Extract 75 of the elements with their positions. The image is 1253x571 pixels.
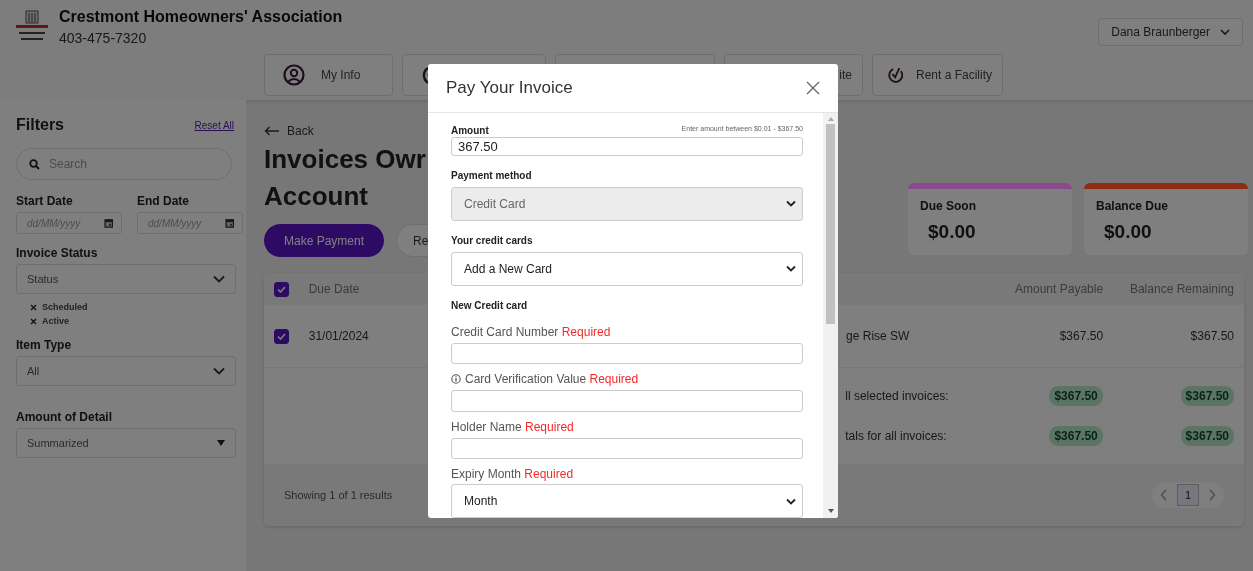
filters-title: Filters — [16, 116, 64, 134]
card-amount: $0.00 — [927, 220, 977, 243]
chevron-down-icon — [786, 265, 796, 273]
totals-label: tals for all invoices: — [845, 429, 948, 443]
item-type-label: Item Type — [16, 338, 72, 352]
card-title: Balance Due — [1095, 198, 1170, 213]
close-icon[interactable] — [806, 81, 820, 95]
nav-button[interactable]: Rent a Facility — [872, 54, 1003, 96]
reset-all-link[interactable]: Reset All — [194, 119, 234, 131]
dialog-title: Pay Your Invoice — [446, 78, 573, 98]
text-field[interactable] — [451, 342, 803, 365]
scroll-up-icon[interactable] — [827, 117, 834, 121]
scroll-down-icon[interactable] — [827, 509, 834, 513]
column-header: Amount Payable — [1014, 282, 1104, 296]
user-menu[interactable]: Dana Braunberger — [1098, 18, 1243, 46]
checkmark-icon — [276, 285, 286, 293]
detail-label: Amount of Detail — [16, 410, 112, 424]
total-balance-badge: $367.50 — [1180, 386, 1234, 406]
chevron-down-icon — [1220, 28, 1230, 36]
status-tag-label: Scheduled — [42, 302, 88, 312]
phone-number: 403-475-7320 — [59, 30, 148, 46]
chevron-down-icon — [786, 200, 796, 208]
item-type-select[interactable]: All — [16, 356, 236, 386]
amount-label: Amount — [451, 125, 489, 136]
arrow-left-icon — [264, 126, 280, 136]
amount-field[interactable]: 367.50 — [451, 137, 803, 156]
column-header: Due Date — [308, 282, 361, 296]
month-select[interactable]: Month — [451, 484, 803, 518]
scrollbar[interactable] — [823, 113, 838, 518]
field-label: Credit Card Number Required — [451, 324, 611, 339]
nav-button[interactable]: My Info — [264, 54, 393, 96]
table-cell-text: $367.50 — [1058, 329, 1104, 343]
remove-icon[interactable] — [30, 317, 37, 325]
text-field[interactable] — [451, 390, 803, 412]
caret-down-icon — [217, 440, 225, 446]
page-button[interactable]: 1 — [1176, 484, 1199, 506]
checkbox[interactable] — [274, 328, 289, 344]
calendar-icon — [224, 217, 234, 229]
field-label: Card Verification Value Required — [465, 372, 639, 387]
detail-select[interactable]: Summarized — [16, 428, 236, 458]
table-cell-text: $367.50 — [1189, 329, 1234, 343]
chevron-right-icon[interactable] — [1208, 489, 1216, 501]
credit-cards-label: Your credit cards — [451, 234, 533, 246]
section-title: New Credit card — [451, 299, 528, 311]
status-tag-label: Active — [42, 316, 69, 326]
credit-card-select[interactable]: Add a New Card — [451, 251, 803, 286]
totals-label: ll selected invoices: — [845, 389, 950, 403]
results-count: Showing 1 of 1 results — [284, 489, 393, 501]
table-cell-text: 31/01/2024 — [308, 329, 370, 343]
total-balance-badge: $367.50 — [1180, 426, 1234, 446]
total-amount-badge: $367.50 — [1049, 386, 1103, 406]
search-icon — [29, 158, 40, 170]
chevron-down-icon — [213, 275, 225, 283]
status-select[interactable]: Status — [16, 264, 236, 294]
payment-method-label: Payment method — [451, 169, 532, 181]
checkbox[interactable] — [274, 281, 289, 297]
card-amount: $0.00 — [1103, 220, 1153, 243]
make-payment-button[interactable]: Make Payment — [264, 224, 385, 257]
chevron-down-icon — [213, 367, 225, 375]
date-label: End Date — [137, 194, 190, 208]
card-title: Due Soon — [919, 198, 977, 213]
date-label: Start Date — [16, 194, 74, 208]
invoice-status-label: Invoice Status — [16, 246, 98, 260]
table-cell-text: ge Rise SW — [846, 329, 911, 343]
chevron-left-icon[interactable] — [1159, 489, 1168, 501]
total-amount-badge: $367.50 — [1049, 426, 1103, 446]
organization-name: Crestmont Homeowners' Association — [59, 8, 343, 26]
field-label: Expiry Month Required — [451, 467, 574, 481]
text-field[interactable] — [451, 437, 803, 459]
checkmark-icon — [276, 332, 286, 340]
chevron-down-icon — [786, 497, 796, 505]
field-label: Holder Name Required — [451, 419, 574, 434]
calendar-icon — [103, 217, 113, 229]
remove-icon[interactable] — [30, 303, 37, 311]
column-header: Balance Remaining — [1128, 282, 1234, 296]
